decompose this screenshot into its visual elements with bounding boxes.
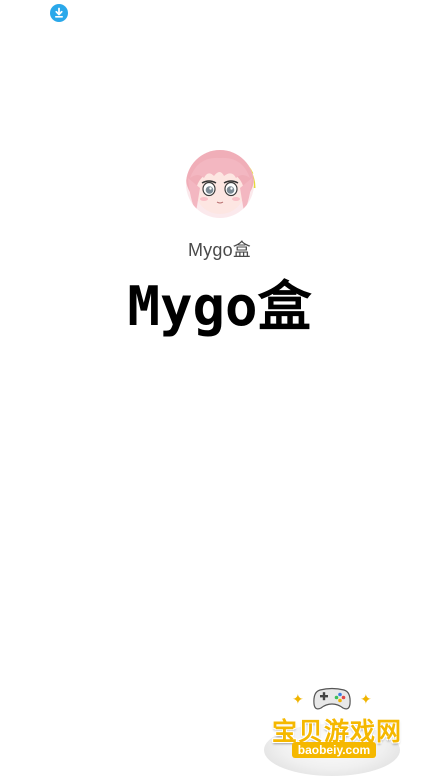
anime-girl-avatar-icon (186, 150, 256, 218)
app-name-caption: Mygo盒 (187, 240, 251, 260)
watermark-url: baobeiy.com (292, 742, 376, 758)
gamepad-icon (312, 686, 352, 712)
app-avatar (184, 148, 256, 220)
app-name-title: Mygo盒 (127, 275, 312, 338)
download-notification-icon (50, 4, 68, 22)
sparkle-icon: ✦ (292, 692, 304, 708)
watermark-logo: ✦ ✦ 宝贝游戏网 baobeiy.com (262, 684, 412, 776)
download-arrow-icon (55, 7, 63, 18)
sparkle-icon: ✦ (360, 692, 372, 708)
